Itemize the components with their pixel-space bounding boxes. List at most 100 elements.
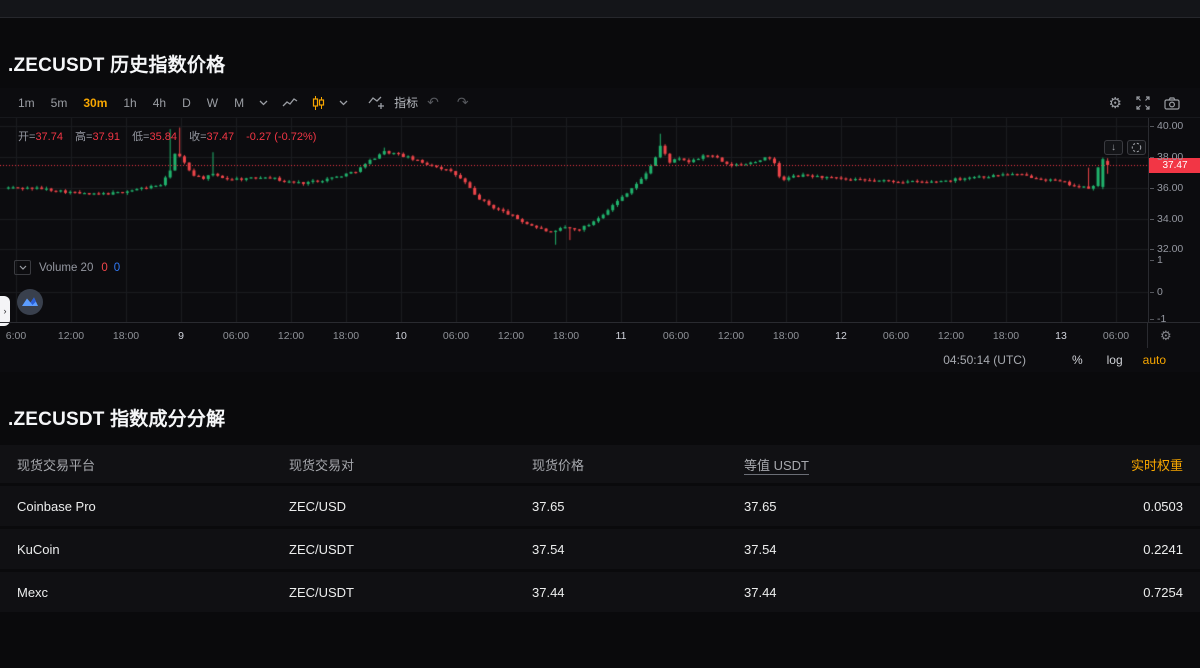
log-scale-toggle[interactable]: log xyxy=(1107,353,1123,367)
time-axis-label: 10 xyxy=(395,330,407,342)
usdt-equivalent: 37.65 xyxy=(744,499,1044,514)
volume-axis-label: -1 xyxy=(1157,313,1166,325)
usdt-equivalent: 37.54 xyxy=(744,542,1044,557)
price-axis-label: 38.00 xyxy=(1157,151,1183,163)
time-axis-label: 18:00 xyxy=(993,330,1019,342)
index-composition-table: 现货交易平台 现货交易对 现货价格 等值 USDT 实时权重 Coinbase … xyxy=(0,445,1200,612)
volume-axis-label: 0 xyxy=(1157,286,1163,298)
interval-1m[interactable]: 1m xyxy=(10,96,43,110)
time-axis[interactable]: 6:00 12:00 18:00 9 06:00 12:00 18:00 10 06:00 12:… xyxy=(0,322,1148,348)
price-axis-label: 36.00 xyxy=(1157,182,1183,194)
time-axis-label: 12:00 xyxy=(58,330,84,342)
usdt-equivalent: 37.44 xyxy=(744,585,1044,600)
redo-icon[interactable]: ↷ xyxy=(448,94,478,111)
time-axis-label: 12:00 xyxy=(718,330,744,342)
interval-30m[interactable]: 30m xyxy=(75,96,115,110)
interval-D[interactable]: D xyxy=(174,96,199,110)
time-axis-label: 06:00 xyxy=(883,330,909,342)
time-axis-label: 06:00 xyxy=(443,330,469,342)
price-axis-label: 40.00 xyxy=(1157,120,1183,132)
volume-pane[interactable] xyxy=(0,257,1148,322)
table-header-row: 现货交易平台 现货交易对 现货价格 等值 USDT 实时权重 xyxy=(0,445,1200,483)
chevron-down-icon[interactable] xyxy=(332,100,355,106)
time-axis-label: 13 xyxy=(1055,330,1067,342)
interval-1h[interactable]: 1h xyxy=(115,96,144,110)
realtime-weight: 0.2241 xyxy=(1044,542,1183,557)
platform-name: Mexc xyxy=(17,585,289,600)
time-axis-label: 11 xyxy=(616,330,627,342)
realtime-weight: 0.7254 xyxy=(1044,585,1183,600)
reset-chart-button[interactable] xyxy=(1127,140,1146,155)
header-pair: 现货交易对 xyxy=(289,455,532,474)
chart-settings-gear-icon[interactable]: ⚙ xyxy=(1109,96,1122,111)
time-axis-label: 6:00 xyxy=(6,330,26,342)
chevron-down-icon[interactable] xyxy=(252,100,275,106)
utc-clock[interactable]: 04:50:14 (UTC) xyxy=(943,353,1026,367)
close-value: 37.47 xyxy=(207,131,235,143)
volume-collapse-chevron-icon[interactable] xyxy=(14,260,31,275)
indicators-icon[interactable] xyxy=(361,96,392,109)
volume-indicator-label[interactable]: Volume 20 xyxy=(39,262,93,274)
time-axis-label: 06:00 xyxy=(663,330,689,342)
percent-scale-toggle[interactable]: % xyxy=(1072,353,1083,367)
open-value: 37.74 xyxy=(35,131,63,143)
price-chart-widget: 1m5m30m1h4hDWM 指标 ↶ ↷ xyxy=(0,88,1200,372)
header-spot-price: 现货价格 xyxy=(532,455,744,474)
page-header-strip xyxy=(0,0,1200,18)
time-axis-label: 18:00 xyxy=(553,330,579,342)
interval-5m[interactable]: 5m xyxy=(43,96,76,110)
spot-price: 37.65 xyxy=(532,499,744,514)
time-axis-label: 18:00 xyxy=(773,330,799,342)
header-usdt-equivalent[interactable]: 等值 USDT xyxy=(744,458,809,475)
time-axis-label: 18:00 xyxy=(113,330,139,342)
time-axis-label: 06:00 xyxy=(1103,330,1129,342)
time-axis-gear-icon[interactable]: ⚙ xyxy=(1160,328,1172,344)
trading-pair: ZEC/USD xyxy=(289,499,532,514)
time-axis-label: 12 xyxy=(835,330,847,342)
volume-value-2: 0 xyxy=(114,262,120,274)
high-value: 37.91 xyxy=(92,131,120,143)
screenshot-camera-icon[interactable] xyxy=(1164,97,1180,110)
time-axis-label: 12:00 xyxy=(938,330,964,342)
ohlc-legend: 开=37.74 高=37.91 低=35.84 收=37.47 -0.27 (-… xyxy=(18,128,325,144)
trading-pair: ZEC/USDT xyxy=(289,585,532,600)
table-row: KuCoin ZEC/USDT 37.54 37.54 0.2241 xyxy=(0,529,1200,569)
interval-M[interactable]: M xyxy=(226,96,252,110)
change-value: -0.27 (-0.72%) xyxy=(246,131,316,143)
axis-corner-line xyxy=(1148,322,1200,323)
chart-status-bar: 04:50:14 (UTC) % log auto xyxy=(0,348,1200,372)
breakdown-section-title: .ZECUSDT 指数成分分解 xyxy=(8,404,225,431)
header-platform: 现货交易平台 xyxy=(17,455,289,474)
volume-value-1: 0 xyxy=(101,262,107,274)
time-axis-label: 06:00 xyxy=(223,330,249,342)
platform-name: Coinbase Pro xyxy=(17,499,289,514)
tradingview-logo[interactable] xyxy=(17,289,43,315)
spot-price: 37.44 xyxy=(532,585,744,600)
time-axis-label: 18:00 xyxy=(333,330,359,342)
time-axis-label: 12:00 xyxy=(278,330,304,342)
table-row: Coinbase Pro ZEC/USD 37.65 37.65 0.0503 xyxy=(0,486,1200,526)
low-value: 35.84 xyxy=(150,131,178,143)
auto-scale-toggle[interactable]: auto xyxy=(1143,353,1166,367)
undo-icon[interactable]: ↶ xyxy=(418,94,448,111)
price-section-title: .ZECUSDT 历史指数价格 xyxy=(8,50,225,77)
interval-4h[interactable]: 4h xyxy=(145,96,174,110)
realtime-weight: 0.0503 xyxy=(1044,499,1183,514)
line-chart-type-icon[interactable] xyxy=(275,98,305,108)
time-axis-label: 9 xyxy=(178,330,184,342)
volume-legend: Volume 20 0 0 xyxy=(14,260,120,275)
platform-name: KuCoin xyxy=(17,542,289,557)
spot-price: 37.54 xyxy=(532,542,744,557)
volume-axis-label: 1 xyxy=(1157,254,1163,266)
fullscreen-icon[interactable] xyxy=(1136,96,1150,110)
indicators-button[interactable]: 指标 xyxy=(394,94,418,111)
trading-pair: ZEC/USDT xyxy=(289,542,532,557)
interval-W[interactable]: W xyxy=(199,96,226,110)
header-realtime-weight: 实时权重 xyxy=(1044,455,1183,474)
candle-chart-type-icon[interactable] xyxy=(305,96,332,110)
interval-group: 1m5m30m1h4hDWM xyxy=(10,96,252,110)
price-axis[interactable]: 37.47 40.0038.0036.0034.0032.0010-1 xyxy=(1148,118,1200,322)
time-axis-label: 12:00 xyxy=(498,330,524,342)
scroll-to-recent-button[interactable]: ↓ xyxy=(1104,140,1123,155)
price-axis-label: 34.00 xyxy=(1157,213,1183,225)
